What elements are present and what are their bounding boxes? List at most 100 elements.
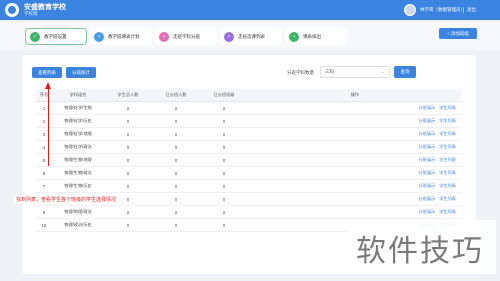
cell-total: 0 [126,209,130,215]
class-display-link[interactable]: 分班展示 [418,157,435,163]
app-subtitle: 学校端 [24,11,38,16]
class-display-link[interactable]: 分班展示 [418,118,435,124]
annotation-arrow-line [48,88,49,166]
table-row: 6 物理/生物/政治 0 0 0 分班展示 学生列表 [36,167,462,180]
cell-assigned: 0 [174,157,178,163]
cell-assigned: 0 [174,222,178,228]
student-list-link[interactable]: 学生列表 [439,157,456,163]
cell-classes: 0 [222,209,226,215]
cell-combination: 物理/生物/地理 [64,157,92,162]
class-display-link[interactable]: 分班展示 [418,196,435,202]
table-header-row: 序号 学科组合 学生总人数 已分班人数 已分班班级 操作 [36,89,462,102]
step-1-icon: ✓ [30,31,40,42]
cell-assigned: 0 [174,209,178,215]
cell-combination: 物理/生物/历史 [64,183,92,188]
cell-ops: 分班展示学生列表 [248,196,462,202]
step-2-label: 教学班课表计划 [108,33,140,39]
cell-ops: 分班展示学生列表 [248,170,462,176]
cell-ops: 分班展示学生列表 [248,105,462,111]
student-list-link[interactable]: 学生列表 [439,131,456,137]
step-3-icon: • [159,31,169,42]
step-3-label: 走班学科分班 [173,33,200,39]
cell-index: 9 [42,209,46,215]
cell-combination: 物理/化学/生物 [64,105,92,110]
cell-assigned: 0 [174,118,178,124]
student-list-link[interactable]: 学生列表 [439,118,456,124]
step-tab-4[interactable]: • 走班选课列表 [220,28,282,45]
step-4-icon: • [224,31,234,42]
cell-ops: 分班展示学生列表 [248,157,462,163]
cell-total: 0 [126,222,130,228]
student-list-link[interactable]: 学生列表 [439,183,456,189]
cell-classes: 0 [222,131,226,137]
combination-table: 序号 学科组合 学生总人数 已分班人数 已分班班级 操作 1 物理/化学/生物 0 0… [36,89,462,232]
cell-combination: 物理/生物/政治 [64,170,92,175]
col-header-ops: 操作 [350,92,360,97]
table-row: 5 物理/生物/地理 0 0 0 分班展示 学生列表 [36,154,462,167]
step-5-icon: • [289,31,299,42]
student-list-link[interactable]: 学生列表 [439,144,456,150]
cell-assigned: 0 [174,105,178,111]
cell-index: 2 [42,118,46,124]
top-header: 安盛教育学校 学校端 林学哥（数据管理员） 退出 [0,0,500,20]
cell-total: 0 [126,105,130,111]
cell-index: 6 [42,170,46,176]
cell-assigned: 0 [174,144,178,150]
cell-index: 1 [42,105,46,111]
cell-assigned: 0 [174,170,178,176]
view-list-button[interactable]: 查看列表 [32,67,62,78]
step-1-label: 教学班设置 [44,33,67,39]
cell-total: 0 [126,157,130,163]
col-header-combination: 学科组合 [69,92,87,97]
cell-assigned: 0 [174,131,178,137]
step-2-icon: • [94,31,104,42]
header-divider [463,7,464,13]
student-list-link[interactable]: 学生列表 [439,170,456,176]
class-display-link[interactable]: 分班展示 [418,183,435,189]
class-display-link[interactable]: 分班展示 [418,105,435,111]
student-list-link[interactable]: 学生列表 [439,105,456,111]
cell-assigned: 0 [174,183,178,189]
step-tab-2[interactable]: • 教学班课表计划 [90,28,152,45]
col-header-total: 学生总人数 [117,92,139,97]
step-tab-3[interactable]: • 走班学科分班 [155,28,217,45]
table-row: 1 物理/化学/生物 0 0 0 分班展示 学生列表 [36,102,462,115]
cell-ops: 分班展示学生列表 [248,144,462,150]
watermark-text: 软件技巧 [356,234,484,269]
assign-class-button[interactable]: 分班统计 [66,67,96,78]
class-display-link[interactable]: 分班展示 [418,209,435,215]
select-value: 三科 [325,69,334,74]
cell-classes: 0 [222,196,226,202]
class-display-link[interactable]: 分班展示 [418,170,435,176]
query-button[interactable]: 查询 [394,66,416,78]
cell-combination: 物理/化学/历史 [64,118,92,123]
table-row: 3 物理/化学/地理 0 0 0 分班展示 学生列表 [36,128,462,141]
annotation-text: 找到列表，查看学生各个班级的学生选择情况 [14,195,119,204]
class-display-link[interactable]: 分班展示 [418,144,435,150]
cell-classes: 0 [222,157,226,163]
step-tab-1[interactable]: ✓ 教学班设置 [25,28,87,45]
cell-combination: 物理/地理/政治 [64,209,92,214]
user-label[interactable]: 林学哥（数据管理员） [420,7,465,13]
filter-label: 分班学科数量 [287,70,314,75]
user-avatar[interactable] [404,4,416,16]
cell-total: 0 [126,118,130,124]
col-header-classes: 已分班班级 [213,92,235,97]
cell-total: 0 [126,131,130,137]
cell-classes: 0 [222,170,226,176]
student-list-link[interactable]: 学生列表 [439,209,456,215]
step-tab-5[interactable]: • 课表排出 [285,28,347,45]
logout-link[interactable]: 退出 [467,7,476,13]
step-5-label: 课表排出 [303,33,321,39]
table-row: 4 物理/化学/政治 0 0 0 分班展示 学生列表 [36,141,462,154]
cell-assigned: 0 [174,196,178,202]
subject-count-select[interactable]: 三科 ⌄ [320,66,390,78]
class-display-link[interactable]: 分班展示 [418,131,435,137]
cell-ops: 分班展示学生列表 [248,118,462,124]
student-list-link[interactable]: 学生列表 [439,196,456,202]
cell-classes: 0 [222,105,226,111]
step-4-label: 走班选课列表 [238,33,265,39]
add-class-button[interactable]: + 添加班级 [439,28,477,39]
cell-index: 5 [42,157,46,163]
table-row: 7 物理/生物/历史 0 0 0 分班展示 学生列表 [36,180,462,193]
